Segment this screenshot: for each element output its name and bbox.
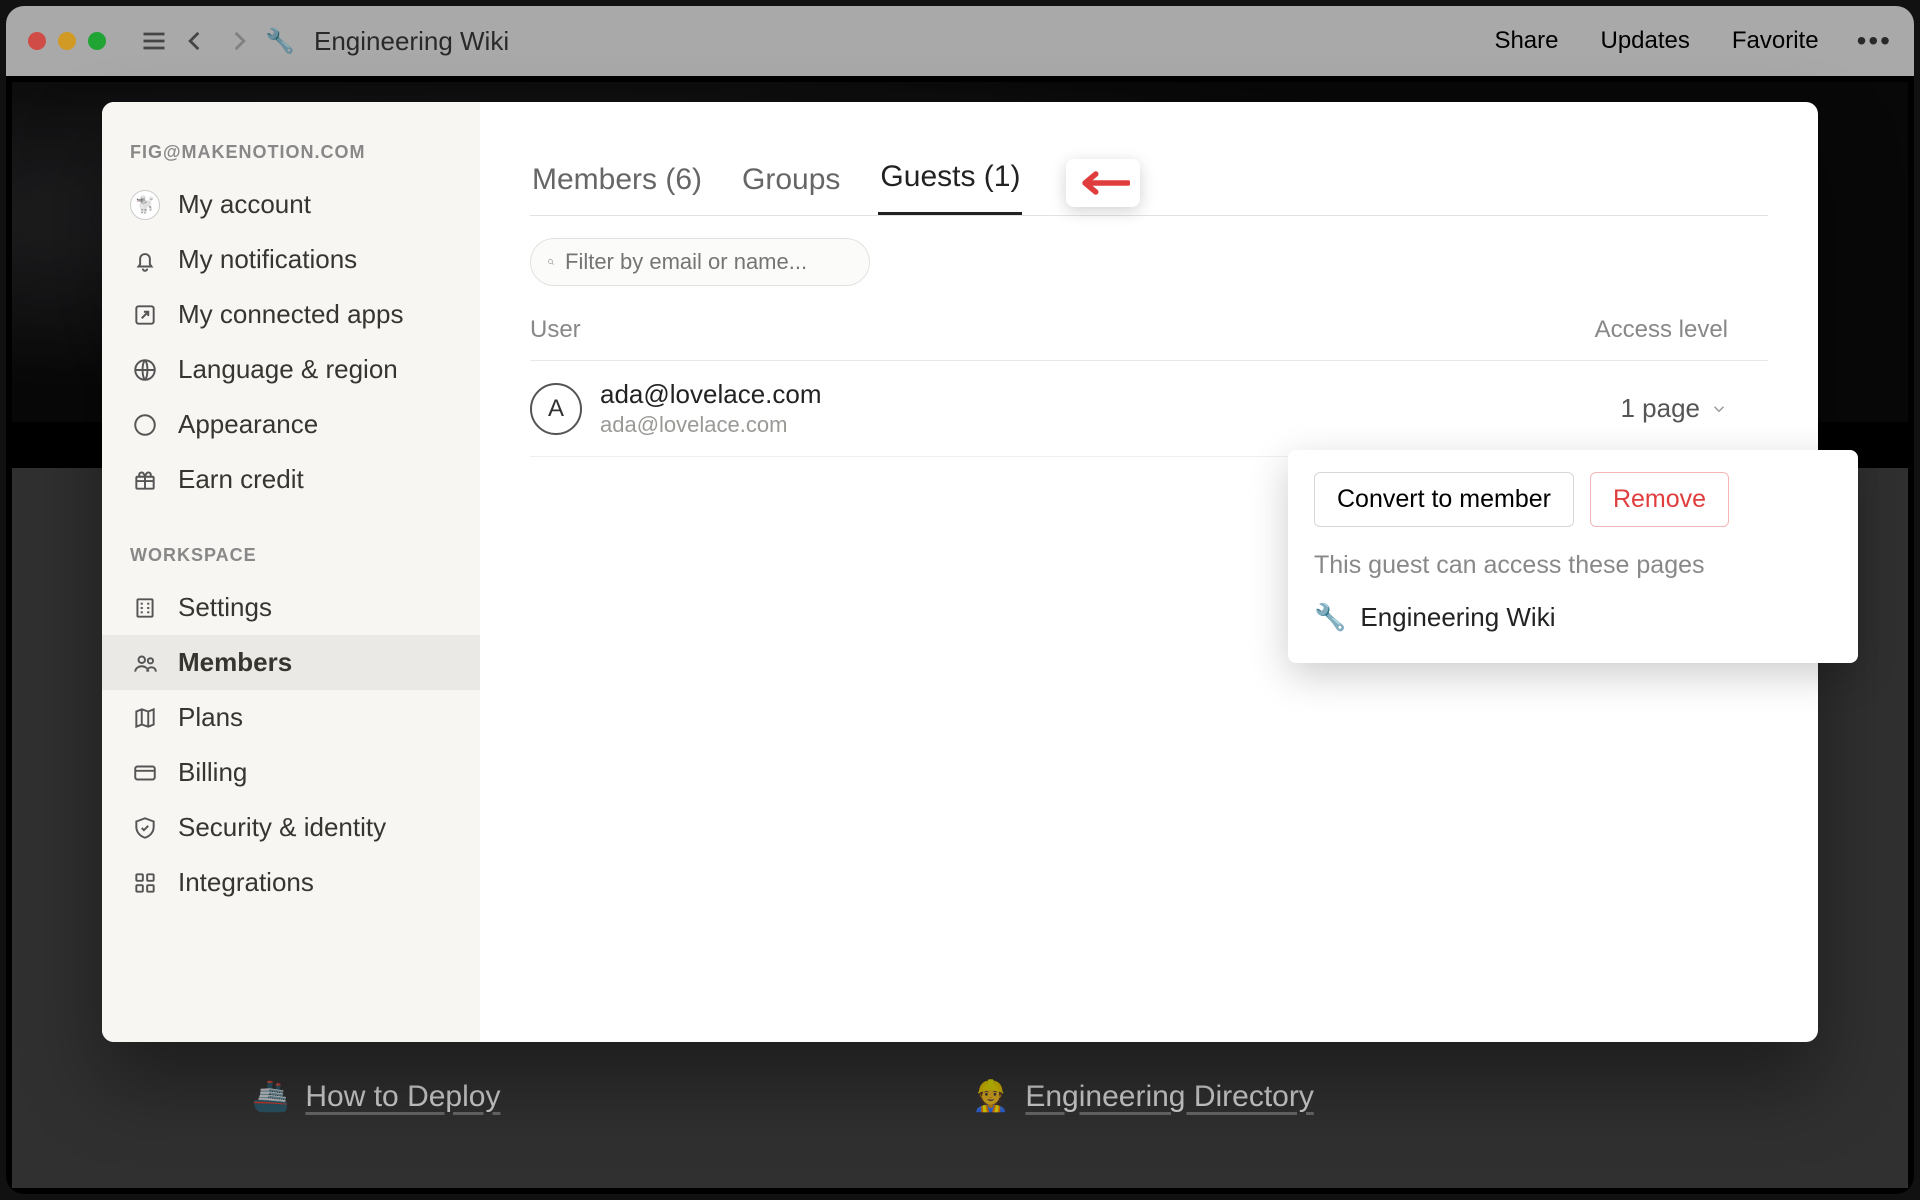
gift-icon xyxy=(130,465,160,495)
sidebar-item-notifications[interactable]: My notifications xyxy=(102,232,480,287)
guest-access-popover: Convert to member Remove This guest can … xyxy=(1288,450,1858,663)
sidebar-item-billing[interactable]: Billing xyxy=(102,745,480,800)
sidebar-item-label: Appearance xyxy=(178,409,318,440)
sidebar-item-settings[interactable]: Settings xyxy=(102,580,480,635)
sidebar-account-header: FIG@MAKENOTION.COM xyxy=(102,132,480,177)
page-title-label: Engineering Wiki xyxy=(1360,602,1555,633)
guest-table-header: User Access level xyxy=(530,286,1768,361)
avatar-icon: 🐩 xyxy=(130,190,160,220)
sidebar-item-label: Settings xyxy=(178,592,272,623)
guest-filter-field[interactable] xyxy=(565,249,853,275)
sidebar-workspace-header: WORKSPACE xyxy=(102,535,480,580)
building-icon xyxy=(130,593,160,623)
tab-guests[interactable]: Guests (1) xyxy=(878,148,1022,215)
bell-icon xyxy=(130,245,160,275)
sidebar-item-security[interactable]: Security & identity xyxy=(102,800,480,855)
map-icon xyxy=(130,703,160,733)
callout-arrow xyxy=(1066,159,1140,207)
settings-main: Members (6) Groups Guests (1) User Acces… xyxy=(480,102,1818,1042)
sidebar-item-integrations[interactable]: Integrations xyxy=(102,855,480,910)
sidebar-item-label: Earn credit xyxy=(178,464,304,495)
sidebar-item-label: My account xyxy=(178,189,311,220)
sidebar-item-label: Security & identity xyxy=(178,812,386,843)
credit-card-icon xyxy=(130,758,160,788)
search-icon xyxy=(547,251,555,273)
sidebar-item-members[interactable]: Members xyxy=(102,635,480,690)
access-level-dropdown[interactable]: 1 page xyxy=(1620,393,1728,424)
arrow-out-icon xyxy=(130,300,160,330)
sidebar-item-my-account[interactable]: 🐩 My account xyxy=(102,177,480,232)
shield-icon xyxy=(130,813,160,843)
sidebar-item-label: My notifications xyxy=(178,244,357,275)
sidebar-item-appearance[interactable]: Appearance xyxy=(102,397,480,452)
avatar: A xyxy=(530,383,582,435)
guest-filter-input[interactable] xyxy=(530,238,870,286)
tab-groups[interactable]: Groups xyxy=(740,151,842,215)
sidebar-item-label: Plans xyxy=(178,702,243,733)
sidebar-item-label: My connected apps xyxy=(178,299,403,330)
guest-email: ada@lovelace.com xyxy=(600,412,822,438)
sidebar-item-earn-credit[interactable]: Earn credit xyxy=(102,452,480,507)
guest-name: ada@lovelace.com xyxy=(600,379,822,410)
globe-icon xyxy=(130,355,160,385)
sidebar-item-language[interactable]: Language & region xyxy=(102,342,480,397)
popover-description: This guest can access these pages xyxy=(1314,551,1832,580)
convert-to-member-button[interactable]: Convert to member xyxy=(1314,472,1574,527)
sidebar-item-label: Members xyxy=(178,647,292,678)
access-level-label: 1 page xyxy=(1620,393,1700,424)
sidebar-item-label: Language & region xyxy=(178,354,398,385)
chevron-down-icon xyxy=(1710,400,1728,418)
settings-modal: FIG@MAKENOTION.COM 🐩 My account My notif… xyxy=(102,102,1818,1042)
column-access: Access level xyxy=(1595,316,1728,344)
sidebar-item-label: Integrations xyxy=(178,867,314,898)
guest-row: A ada@lovelace.com ada@lovelace.com 1 pa… xyxy=(530,361,1768,457)
remove-guest-button[interactable]: Remove xyxy=(1590,472,1729,527)
accessible-page-item[interactable]: 🔧 Engineering Wiki xyxy=(1314,594,1832,641)
page-emoji-icon: 🔧 xyxy=(1314,602,1346,633)
moon-icon xyxy=(130,410,160,440)
apps-grid-icon xyxy=(130,868,160,898)
people-icon xyxy=(130,648,160,678)
sidebar-item-label: Billing xyxy=(178,757,247,788)
settings-sidebar: FIG@MAKENOTION.COM 🐩 My account My notif… xyxy=(102,102,480,1042)
member-tabs: Members (6) Groups Guests (1) xyxy=(530,148,1768,216)
sidebar-item-plans[interactable]: Plans xyxy=(102,690,480,745)
column-user: User xyxy=(530,316,581,344)
sidebar-item-connected-apps[interactable]: My connected apps xyxy=(102,287,480,342)
tab-members[interactable]: Members (6) xyxy=(530,151,704,215)
